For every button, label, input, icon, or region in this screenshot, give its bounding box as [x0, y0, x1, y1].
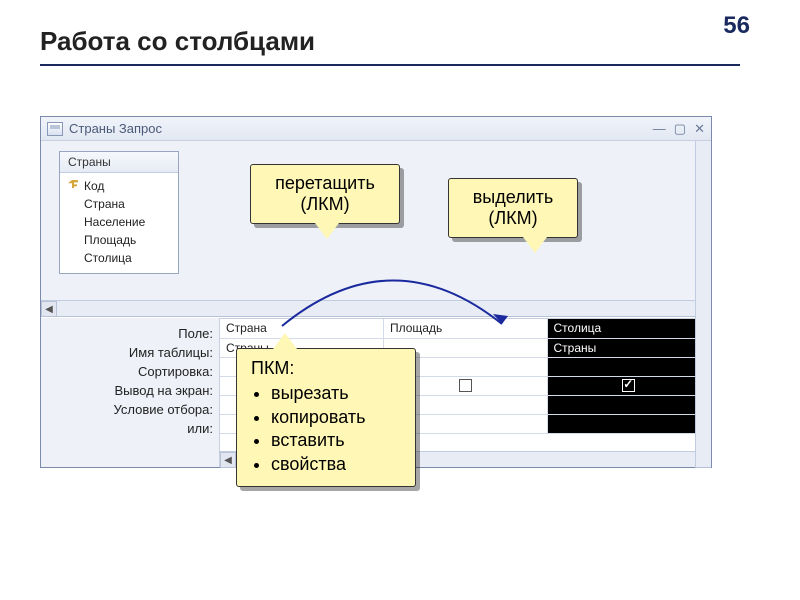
cell-table-selected[interactable]: Страны [547, 338, 711, 357]
callout-select: выделить (ЛКМ) [448, 178, 578, 238]
callout-line: перетащить [265, 173, 385, 194]
callout-title: ПКМ: [251, 357, 403, 380]
cell-sort-selected[interactable] [547, 357, 711, 376]
window-title: Страны Запрос [69, 121, 162, 136]
window-controls: — ▢ ✕ [653, 121, 705, 137]
label-criteria: Условие отбора: [41, 400, 213, 419]
field-item[interactable]: Население [66, 213, 172, 231]
cell-field-selected[interactable]: Столица [547, 319, 711, 338]
label-or: или: [41, 419, 213, 438]
maximize-button[interactable]: ▢ [674, 121, 686, 137]
cell-or-selected[interactable] [547, 414, 711, 433]
label-field: Поле: [41, 324, 213, 343]
page-title: Работа со столбцами [40, 26, 315, 57]
page-number: 56 [723, 12, 750, 40]
menu-item: вырезать [271, 382, 403, 405]
field-item[interactable]: Страна [66, 195, 172, 213]
label-table: Имя таблицы: [41, 343, 213, 362]
label-sort: Сортировка: [41, 362, 213, 381]
cell-show-selected[interactable] [547, 376, 711, 395]
menu-item: вставить [271, 429, 403, 452]
callout-line: выделить [463, 187, 563, 208]
menu-item: свойства [271, 453, 403, 476]
minimize-button[interactable]: — [653, 121, 666, 137]
callout-drag: перетащить (ЛКМ) [250, 164, 400, 224]
title-rule [40, 64, 740, 66]
query-icon [47, 122, 63, 136]
menu-item: копировать [271, 406, 403, 429]
field-item[interactable]: Код [66, 177, 172, 195]
field-item[interactable]: Столица [66, 249, 172, 267]
drag-arc-arrow [262, 256, 522, 336]
scroll-left-icon[interactable]: ◀ [220, 452, 236, 468]
v-scrollbar[interactable] [695, 141, 711, 467]
callout-context-menu: ПКМ: вырезать копировать вставить свойст… [236, 348, 416, 487]
checkbox-checked-icon[interactable] [622, 379, 635, 392]
label-show: Вывод на экран: [41, 381, 213, 400]
titlebar[interactable]: Страны Запрос — ▢ ✕ [41, 117, 711, 141]
callout-line: (ЛКМ) [265, 194, 385, 215]
checkbox-icon[interactable] [459, 379, 472, 392]
scroll-left-icon[interactable]: ◀ [41, 301, 57, 317]
row-labels: Поле: Имя таблицы: Сортировка: Вывод на … [41, 318, 219, 467]
close-button[interactable]: ✕ [694, 121, 705, 137]
source-table[interactable]: Страны Код Страна Население Площадь Стол… [59, 151, 179, 274]
cell-criteria-selected[interactable] [547, 395, 711, 414]
callout-line: (ЛКМ) [463, 208, 563, 229]
field-item[interactable]: Площадь [66, 231, 172, 249]
table-name: Страны [60, 152, 178, 173]
